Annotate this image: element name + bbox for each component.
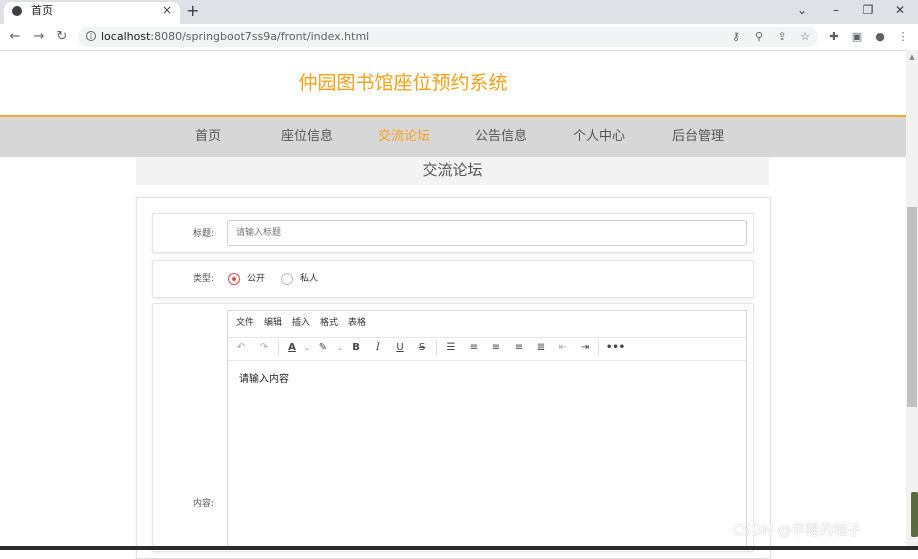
type-option-private-label[interactable]: 私人 <box>300 273 318 285</box>
indent-icon[interactable]: ⇥ <box>578 341 592 355</box>
editor-menu-table[interactable]: 表格 <box>348 317 366 329</box>
watermark: CSDN @早睡的柚子 <box>733 523 862 539</box>
taskbar <box>0 546 918 550</box>
sidepanel-icon[interactable]: ▣ <box>849 29 865 45</box>
bold-icon[interactable]: B <box>349 341 363 355</box>
extensions-icon[interactable]: ✚ <box>826 29 842 45</box>
text-color-icon[interactable]: A <box>285 341 299 355</box>
chevron-down-icon[interactable]: ⌄ <box>333 341 347 355</box>
close-window-button[interactable]: ✕ <box>890 2 910 18</box>
type-radio-public[interactable] <box>228 273 240 285</box>
type-radio-private[interactable] <box>281 273 293 285</box>
type-label: 类型: <box>192 274 214 284</box>
star-icon[interactable]: ☆ <box>797 29 813 45</box>
close-tab-icon[interactable]: × <box>162 3 172 17</box>
nav-item-profile[interactable]: 个人中心 <box>573 128 625 146</box>
nav-item-seats[interactable]: 座位信息 <box>281 128 333 146</box>
redo-icon[interactable]: ↷ <box>257 341 271 355</box>
restore-button[interactable]: ❐ <box>858 2 878 18</box>
type-option-public-label[interactable]: 公开 <box>247 273 265 285</box>
back-icon[interactable]: ← <box>7 29 23 45</box>
nav-item-forum[interactable]: 交流论坛 <box>378 128 430 146</box>
toolbar-divider <box>598 340 599 356</box>
section-title: 交流论坛 <box>422 161 483 179</box>
nav-item-home[interactable]: 首页 <box>195 128 221 146</box>
align-right-icon[interactable]: ≡ <box>512 341 526 355</box>
title-input[interactable] <box>227 220 747 246</box>
key-icon[interactable]: ⚷ <box>728 29 744 45</box>
align-left-icon[interactable]: ≡ <box>467 341 481 355</box>
tab-search-icon[interactable]: ⌄ <box>792 2 812 18</box>
italic-icon[interactable]: I <box>371 341 385 355</box>
share-icon[interactable]: ⇪ <box>774 29 790 45</box>
editor-placeholder[interactable]: 请输入内容 <box>239 373 289 387</box>
more-icon[interactable]: ••• <box>606 341 625 355</box>
forward-icon[interactable]: → <box>31 29 47 45</box>
title-label: 标题: <box>192 229 214 239</box>
scrollbar-thumb[interactable] <box>907 207 917 407</box>
tab-title: 首页 <box>31 4 53 17</box>
menu-icon[interactable]: ⋮ <box>895 29 911 45</box>
chevron-down-icon[interactable]: ⌄ <box>300 341 314 355</box>
toolbar-divider <box>436 340 437 356</box>
new-tab-button[interactable]: + <box>186 2 199 20</box>
site-title: 仲园图书馆座位预约系统 <box>298 72 508 94</box>
info-icon[interactable]: i <box>86 31 96 41</box>
type-row <box>152 260 754 298</box>
underline-icon[interactable]: U <box>393 341 407 355</box>
align-center-icon[interactable]: ≡ <box>489 341 503 355</box>
nav-item-notices[interactable]: 公告信息 <box>475 128 527 146</box>
undo-icon[interactable]: ↶ <box>234 341 248 355</box>
reload-icon[interactable]: ↻ <box>54 29 70 45</box>
outdent-icon[interactable]: ⇤ <box>556 341 570 355</box>
highlight-color-icon[interactable]: ✎ <box>316 341 330 355</box>
nav-item-admin[interactable]: 后台管理 <box>672 128 724 146</box>
line-height-icon[interactable]: ☰ <box>444 341 458 355</box>
globe-icon <box>12 6 22 16</box>
profile-icon[interactable]: ● <box>872 29 888 45</box>
url-text[interactable]: localhost:8080/springboot7ss9a/front/ind… <box>101 30 369 44</box>
content-label: 内容: <box>192 499 214 509</box>
align-justify-icon[interactable]: ≣ <box>534 341 548 355</box>
side-widget <box>911 492 918 537</box>
toolbar-divider <box>278 340 279 356</box>
zoom-icon[interactable]: ⚲ <box>751 29 767 45</box>
minimize-button[interactable]: – <box>826 2 846 18</box>
editor-menu-format[interactable]: 格式 <box>320 317 338 329</box>
editor-menu-file[interactable]: 文件 <box>236 317 254 329</box>
editor-menu-insert[interactable]: 插入 <box>292 317 310 329</box>
strikethrough-icon[interactable]: S <box>415 341 429 355</box>
main-nav <box>0 117 906 157</box>
editor-menu-edit[interactable]: 编辑 <box>264 317 282 329</box>
scroll-up-icon[interactable]: ▲ <box>906 52 918 62</box>
